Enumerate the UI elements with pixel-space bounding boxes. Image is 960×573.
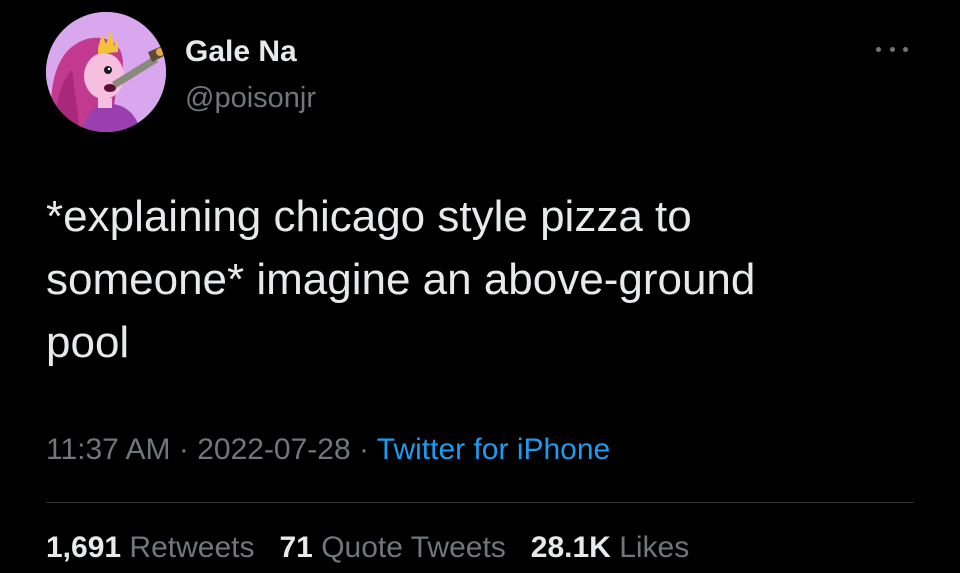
quote-tweets-label: Quote Tweets xyxy=(321,531,506,564)
likes-count: 28.1K xyxy=(530,531,611,564)
princess-bubblegum-avatar-icon xyxy=(46,12,166,132)
quote-tweets-stat[interactable]: 71 Quote Tweets xyxy=(280,531,506,564)
tweet-stats: 1,691 Retweets 71 Quote Tweets 28.1K Lik… xyxy=(46,531,689,565)
likes-label: Likes xyxy=(619,531,690,564)
more-dot xyxy=(889,46,895,52)
tweet-text: *explaining chicago style pizza to someo… xyxy=(46,192,756,367)
tweet-card: Gale Na @poisonjr *explaining chicago st… xyxy=(0,0,960,573)
retweets-count: 1,691 xyxy=(46,531,122,564)
tweet-time[interactable]: 11:37 AM xyxy=(46,433,171,466)
meta-separator: · xyxy=(350,433,377,466)
author-name[interactable]: Gale Na xyxy=(185,35,297,69)
avatar[interactable] xyxy=(46,12,166,132)
retweets-label: Retweets xyxy=(129,531,255,564)
divider xyxy=(46,502,914,503)
more-dot xyxy=(876,46,881,52)
quote-tweets-count: 71 xyxy=(279,531,313,564)
more-dot xyxy=(903,46,908,52)
meta-separator: · xyxy=(170,433,198,466)
tweet-source-link[interactable]: Twitter for iPhone xyxy=(377,433,610,466)
more-dots-icon[interactable] xyxy=(876,44,908,54)
author-handle[interactable]: @poisonjr xyxy=(185,82,316,115)
likes-stat[interactable]: 28.1K Likes xyxy=(531,531,689,564)
tweet-meta: 11:37 AM · 2022-07-28 · Twitter for iPho… xyxy=(46,433,610,467)
tweet-date[interactable]: 2022-07-28 xyxy=(197,433,350,466)
retweets-stat[interactable]: 1,691 Retweets xyxy=(46,531,254,564)
